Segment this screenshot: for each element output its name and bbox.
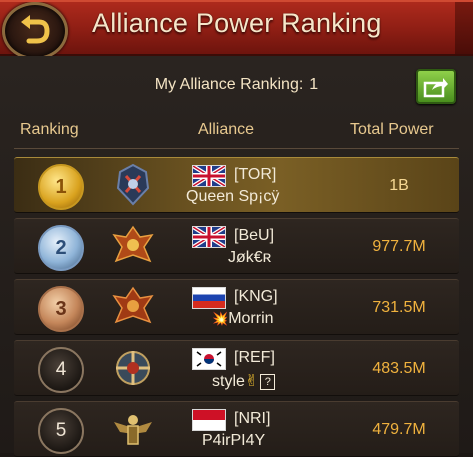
total-power-value: 479.7M: [372, 421, 426, 438]
flag-russia-icon: [192, 287, 226, 309]
alliance-leader-name: Jøk€ʀ: [228, 249, 272, 266]
column-header-total-power: Total Power: [350, 121, 434, 138]
table-row[interactable]: 3 [KNG] 💥Morrin 731.5M: [14, 279, 459, 335]
my-ranking-value: 1: [309, 76, 319, 93]
alliance-leader-name: P4irPI4Y: [202, 432, 266, 449]
alliance-leader-name: style✌?: [212, 371, 276, 391]
name-suffix-emoji: ✌: [244, 373, 259, 390]
table-row[interactable]: 4 [REF] style✌? 483.5M: [14, 340, 459, 396]
my-alliance-ranking: My Alliance Ranking: 1: [0, 76, 473, 94]
header-edge: [455, 0, 473, 54]
alliance-leader-name: Queen Sp¡cÿ: [186, 188, 280, 205]
total-power-value: 483.5M: [372, 360, 426, 377]
total-power-value: 1B: [389, 177, 409, 194]
alliance-tag: [REF]: [234, 349, 275, 366]
rank-badge: 5: [38, 408, 84, 454]
alliance-emblem-icon: [116, 163, 150, 206]
column-header-ranking: Ranking: [20, 121, 79, 138]
rank-badge: 4: [38, 347, 84, 393]
alliance-emblem-icon: [114, 415, 152, 445]
my-ranking-label: My Alliance Ranking:: [154, 76, 304, 93]
header-divider: [14, 148, 459, 149]
flag-uk-icon: [192, 165, 226, 187]
rank-medal-silver: 2: [38, 225, 84, 271]
alliance-emblem-icon: [116, 351, 150, 385]
rank-medal-gold: 1: [38, 164, 84, 210]
table-row[interactable]: 1 [TOR] Queen Sp¡cÿ 1B: [14, 157, 459, 213]
share-button[interactable]: [416, 69, 456, 104]
alliance-tag: [NRI]: [234, 410, 271, 427]
alliance-emblem-icon: [112, 286, 154, 324]
title-bar: Alliance Power Ranking: [0, 0, 473, 60]
name-prefix-emoji: 💥: [212, 311, 229, 326]
table-row[interactable]: 5 [NRI] P4irPI4Y 479.7M: [14, 401, 459, 457]
column-header-alliance: Alliance: [198, 121, 255, 138]
unknown-glyph-box: ?: [260, 373, 276, 390]
alliance-tag: [TOR]: [234, 166, 277, 183]
rank-medal-bronze: 3: [38, 286, 84, 332]
flag-korea-icon: [192, 348, 226, 370]
alliance-tag: [BeU]: [234, 227, 275, 244]
back-arrow-icon: [21, 15, 50, 44]
total-power-value: 977.7M: [372, 238, 426, 255]
share-icon: [423, 77, 448, 97]
page-title: Alliance Power Ranking: [92, 8, 382, 38]
flag-uk-icon: [192, 226, 226, 248]
alliance-leader-name: 💥Morrin: [212, 310, 274, 327]
flag-indonesia-icon: [192, 409, 226, 431]
alliance-emblem-icon: [112, 225, 154, 263]
total-power-value: 731.5M: [372, 299, 426, 316]
back-button[interactable]: [2, 2, 68, 60]
alliance-tag: [KNG]: [234, 288, 278, 305]
table-row[interactable]: 2 [BeU] Jøk€ʀ 977.7M: [14, 218, 459, 274]
